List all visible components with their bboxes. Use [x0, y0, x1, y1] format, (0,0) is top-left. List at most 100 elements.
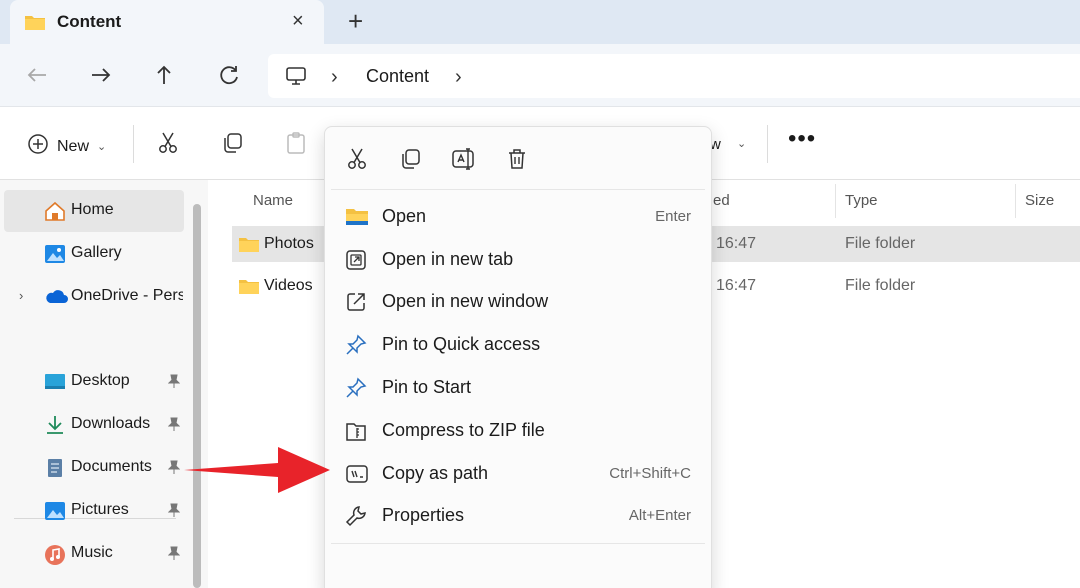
sidebar-item-label: Desktop [71, 372, 130, 389]
file-type: File folder [845, 277, 916, 294]
folder-icon [238, 277, 260, 300]
menu-item-properties[interactable]: Properties Alt+Enter [331, 496, 705, 536]
menu-item-pin-start[interactable]: Pin to Start [331, 368, 705, 408]
menu-item-label: Copy as path [382, 463, 489, 483]
address-bar[interactable]: › Content › [268, 54, 1080, 98]
pin-icon[interactable] [167, 417, 181, 434]
menu-item-open-new-window[interactable]: Open in new window [331, 282, 705, 322]
navigation-bar: › Content › [0, 44, 1080, 106]
folder-icon [24, 13, 46, 36]
file-date: 16:47 [716, 235, 757, 252]
menu-item-label: Properties [382, 505, 465, 525]
menu-item-label: Pin to Start [382, 377, 472, 397]
tab-bar: Content × + [0, 0, 1080, 44]
copy-icon[interactable] [220, 131, 244, 160]
sidebar-item-label: Pictures [71, 501, 129, 518]
downloads-icon [44, 415, 66, 440]
column-header-size[interactable]: Size [1025, 192, 1054, 209]
column-separator[interactable] [1015, 184, 1016, 218]
delete-icon[interactable] [505, 147, 529, 176]
chevron-down-icon: ⌄ [737, 138, 747, 150]
navigation-pane: Home Gallery › OneDrive - Perso Desktop … [0, 180, 208, 588]
column-separator[interactable] [835, 184, 836, 218]
sidebar-item-gallery[interactable]: Gallery [4, 233, 184, 275]
paste-icon[interactable] [284, 131, 308, 160]
menu-item-label: Pin to Quick access [382, 334, 541, 354]
more-options-icon[interactable]: ••• [788, 125, 816, 153]
folder-open-icon [345, 206, 369, 231]
pictures-icon [44, 501, 66, 526]
menu-item-compress-zip[interactable]: Compress to ZIP file [331, 411, 705, 451]
back-icon[interactable] [22, 60, 52, 90]
menu-item-open-new-tab[interactable]: Open in new tab [331, 240, 705, 280]
pin-icon[interactable] [167, 374, 181, 391]
context-menu: Open Enter Open in new tab Open in new w… [324, 126, 712, 588]
forward-icon[interactable] [86, 60, 116, 90]
folder-icon [238, 235, 260, 258]
tab-content[interactable]: Content × [10, 0, 324, 44]
menu-item-label: Open in new window [382, 291, 549, 311]
pin-icon[interactable] [167, 460, 181, 477]
new-tab-icon [345, 249, 367, 276]
pin-icon[interactable] [167, 546, 181, 563]
new-window-icon [345, 291, 367, 318]
file-name: Videos [264, 277, 313, 294]
divider [331, 189, 705, 190]
column-header-type[interactable]: Type [845, 192, 878, 209]
menu-item-open[interactable]: Open Enter [331, 197, 705, 237]
onedrive-icon [44, 287, 68, 310]
rename-icon[interactable] [451, 147, 477, 176]
sidebar-item-documents[interactable]: Documents [4, 447, 184, 489]
tab-title: Content [57, 12, 122, 31]
sidebar-item-label: Documents [71, 458, 152, 475]
breadcrumb-separator[interactable]: › [455, 66, 462, 89]
pin-icon [345, 334, 367, 361]
sidebar-item-label: Home [71, 201, 114, 218]
close-tab-icon[interactable]: × [292, 10, 304, 32]
file-date: 16:47 [716, 277, 757, 294]
computer-icon [285, 65, 307, 92]
wrench-icon [345, 505, 367, 532]
up-icon[interactable] [149, 60, 179, 90]
sidebar-scrollbar[interactable] [193, 204, 201, 588]
sidebar-item-label: Gallery [71, 244, 122, 261]
menu-item-pin-quick-access[interactable]: Pin to Quick access [331, 325, 705, 365]
sidebar-item-downloads[interactable]: Downloads [4, 404, 184, 446]
toolbar-separator [767, 125, 768, 163]
sidebar-item-label: Downloads [71, 415, 151, 432]
breadcrumb-content[interactable]: Content [366, 66, 429, 87]
menu-item-shortcut: Ctrl+Shift+C [609, 465, 691, 482]
sidebar-item-desktop[interactable]: Desktop [4, 361, 184, 403]
context-menu-quick-actions [325, 127, 711, 189]
desktop-icon [44, 372, 66, 397]
new-button-label: New [57, 137, 90, 155]
sidebar-item-onedrive[interactable]: › OneDrive - Perso [4, 276, 184, 318]
copy-icon[interactable] [398, 147, 422, 176]
breadcrumb-separator[interactable]: › [331, 66, 338, 89]
documents-icon [44, 458, 66, 483]
plus-circle-icon [27, 133, 49, 160]
menu-item-copy-as-path[interactable]: Copy as path Ctrl+Shift+C [331, 454, 705, 494]
toolbar-separator [133, 125, 134, 163]
cut-icon[interactable] [345, 147, 369, 176]
column-header-modified[interactable]: ed [713, 192, 730, 209]
refresh-icon[interactable] [214, 60, 244, 90]
sidebar-item-label: Music [71, 544, 113, 561]
zip-icon [345, 420, 367, 447]
cut-icon[interactable] [156, 131, 180, 160]
menu-item-label: Compress to ZIP file [382, 420, 545, 440]
sidebar-item-music[interactable]: Music [4, 533, 184, 575]
home-icon [44, 201, 66, 226]
menu-item-label: Open in new tab [382, 249, 514, 269]
sidebar-item-home[interactable]: Home [4, 190, 184, 232]
menu-item-label: Open [382, 206, 427, 226]
sidebar-item-label: OneDrive - Perso [71, 287, 183, 304]
chevron-right-icon[interactable]: › [19, 288, 23, 303]
new-tab-button[interactable]: + [348, 8, 363, 34]
new-button[interactable]: New ⌄ [27, 133, 106, 160]
sidebar-item-pictures[interactable]: Pictures [4, 490, 184, 532]
file-name: Photos [264, 235, 314, 252]
annotation-arrow-icon [184, 447, 330, 493]
column-header-name[interactable]: Name [253, 192, 293, 209]
pin-icon[interactable] [167, 503, 181, 520]
